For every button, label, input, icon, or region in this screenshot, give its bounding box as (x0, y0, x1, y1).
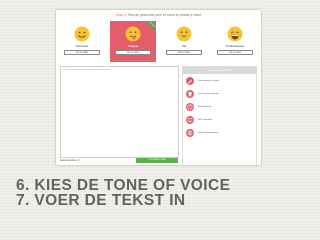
benefits-panel: Voor jouw schrijver Professionele schrij… (182, 66, 257, 165)
tone-name: Grappig (127, 44, 139, 48)
caption-line-1: 6. KIES DE TONE OF VOICE (16, 177, 231, 194)
select-button[interactable]: SELECTEER (166, 50, 202, 55)
slide-caption: 6. KIES DE TONE OF VOICE 7. VOER DE TEKS… (16, 177, 316, 209)
text-editor[interactable]: Plaats hier je tekst voor tekst-plaatsen… (60, 66, 179, 158)
next-step-button[interactable]: VOLGENDE STAP (136, 158, 178, 163)
select-button[interactable]: SELECTEER (217, 50, 253, 55)
step-label: Stap 3: (115, 13, 127, 17)
panel-item-text: Snelle levering (198, 105, 212, 108)
tone-selector: Informeel SELECTEER ACTIEF Grappig SELEC… (59, 21, 258, 62)
tone-option-grappig[interactable]: ACTIEF Grappig SELECTEER (110, 21, 156, 62)
word-count: Aantal woorden: 0 (60, 159, 80, 162)
panel-item: Tevredenheidsgarantie (186, 128, 256, 138)
tone-option-vrij[interactable]: Vrij SELECTEER (161, 21, 207, 62)
grin-emoji-icon (176, 26, 192, 42)
wink-tongue-emoji-icon (125, 26, 141, 42)
laugh-emoji-icon (227, 26, 243, 42)
tone-name: Vrij (181, 44, 187, 48)
monitor-icon (186, 116, 194, 124)
website-screenshot: Stap 3: Kies de gewenste tone of voice e… (56, 10, 261, 165)
tone-name: Professioneel (225, 44, 245, 48)
active-ribbon: ACTIEF (142, 21, 156, 35)
tone-option-informeel[interactable]: Informeel SELECTEER (59, 21, 105, 62)
panel-item-text: Professionele schrijvers (198, 79, 220, 82)
tone-name: Informeel (75, 44, 89, 48)
globe-icon (186, 129, 194, 137)
panel-item-text: Tevredenheidsgarantie (198, 131, 219, 134)
bulb-icon (186, 90, 194, 98)
caption-line-2: 7. VOER DE TEKST IN (16, 192, 186, 209)
select-button[interactable]: SELECTEER (115, 50, 151, 55)
select-button[interactable]: SELECTEER (64, 50, 100, 55)
panel-item: Snelle levering (186, 102, 256, 112)
smile-emoji-icon (74, 26, 90, 42)
step-title: Stap 3: Kies de gewenste tone of voice e… (56, 13, 261, 17)
panel-item: Professionele schrijvers (186, 76, 256, 86)
editor-placeholder: Plaats hier je tekst voor tekst-plaatsen… (63, 69, 110, 71)
panel-item: SEO-vriendelijk (186, 115, 256, 125)
pencil-icon (186, 77, 194, 85)
panel-item: Unieke content garantie (186, 89, 256, 99)
panel-title: Voor jouw schrijver (183, 67, 256, 74)
tone-option-professioneel[interactable]: Professioneel SELECTEER (212, 21, 258, 62)
clock-icon (186, 103, 194, 111)
panel-item-text: Unieke content garantie (198, 92, 220, 95)
panel-item-text: SEO-vriendelijk (198, 118, 212, 121)
step-text: Kies de gewenste tone of voice en plaats… (127, 13, 202, 17)
